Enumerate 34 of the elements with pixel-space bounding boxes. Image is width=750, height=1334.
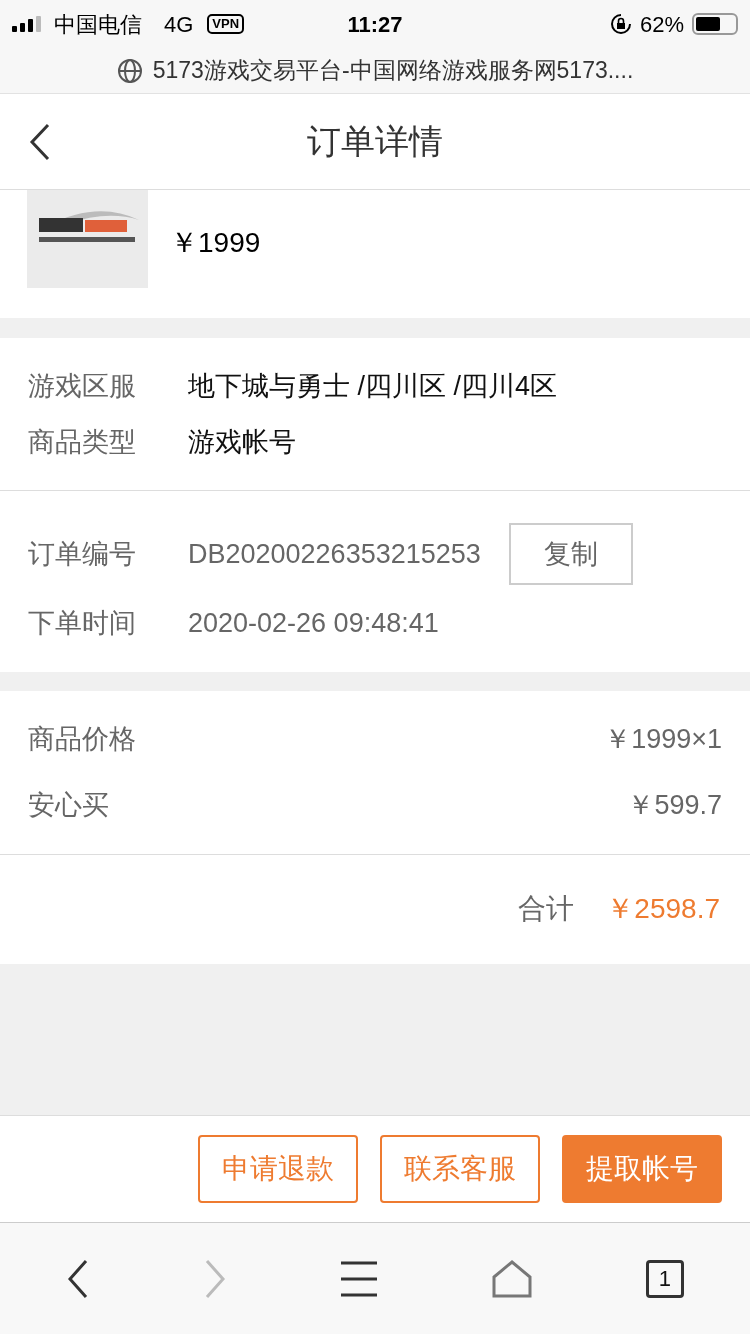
globe-icon <box>116 57 143 84</box>
cost-label: 商品价格 <box>28 722 136 756</box>
copy-button[interactable]: 复制 <box>508 523 633 585</box>
home-icon[interactable] <box>491 1258 534 1299</box>
rotation-lock-icon <box>609 13 632 35</box>
vpn-badge: VPN <box>207 14 245 34</box>
menu-icon[interactable] <box>338 1259 379 1298</box>
battery-icon <box>692 13 738 35</box>
field-label: 订单编号 <box>28 537 137 571</box>
carrier-name: 中国电信 <box>54 10 142 39</box>
cost-label: 安心买 <box>28 789 109 822</box>
total-label: 合计 <box>518 892 575 926</box>
field-label: 游戏区服 <box>28 370 137 403</box>
battery-percent: 62% <box>639 10 684 39</box>
field-label: 下单时间 <box>28 607 137 640</box>
total-amount: ￥2598.7 <box>606 892 720 926</box>
action-button[interactable]: 申请退款 <box>198 1135 358 1203</box>
action-button[interactable]: 提取帐号 <box>562 1135 722 1203</box>
status-time: 11:27 <box>347 10 403 39</box>
order-number: DB20200226353215253 <box>188 537 481 571</box>
header-title: 订单详情 <box>307 121 443 162</box>
network-type: 4G <box>164 10 194 39</box>
page-title: 5173游戏交易平台-中国网络游戏服务网5173.... <box>152 56 634 86</box>
back-icon[interactable] <box>28 122 52 161</box>
order-time: 2020-02-26 09:48:41 <box>188 607 439 640</box>
field-value: 游戏帐号 <box>188 425 296 459</box>
signal-icon <box>12 16 44 32</box>
product-price: ￥1999 <box>170 226 261 260</box>
action-button[interactable]: 联系客服 <box>380 1135 540 1203</box>
cost-value: ￥1999×1 <box>604 722 722 756</box>
field-value: 地下城与勇士 /四川区 /四川4区 <box>188 370 558 403</box>
tab-count[interactable]: 1 <box>645 1259 684 1298</box>
field-label: 商品类型 <box>28 425 137 459</box>
cost-value: ￥599.7 <box>627 789 722 822</box>
